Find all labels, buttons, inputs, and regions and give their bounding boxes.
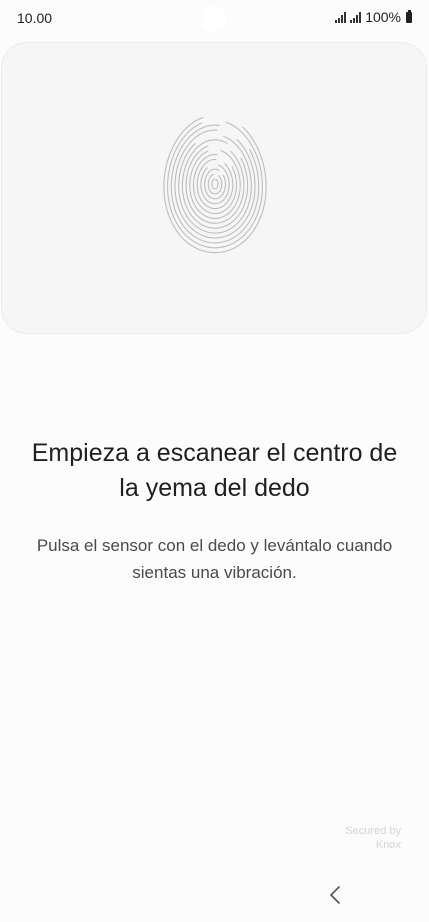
signal-sim1-icon [335, 11, 347, 23]
signal-sim2-icon [350, 11, 362, 23]
knox-line-1: Secured by [345, 825, 401, 837]
back-chevron-icon[interactable] [322, 882, 348, 908]
battery-percentage: 100% [365, 9, 401, 25]
fingerprint-ridge [170, 124, 260, 244]
page-title: Empieza a escanear el centro de la yema … [31, 439, 398, 502]
battery-icon [406, 9, 412, 23]
status-icons: 100% [335, 9, 412, 25]
fingerprint-ridge [192, 153, 238, 215]
status-time: 10.00 [17, 10, 53, 26]
fingerprint-ridge [185, 145, 245, 224]
fingerprint-ridge [167, 121, 263, 249]
fingerprint-ridge [196, 158, 234, 210]
navigation-bar [0, 872, 429, 922]
fingerprint-ridge [174, 129, 256, 239]
fingerprint-ridge [211, 178, 219, 190]
knox-line-2: Knox [375, 839, 401, 851]
status-bar: 10.00 100% [0, 0, 429, 36]
camera-cutout [201, 6, 227, 32]
secured-by-knox-label: Secured by Knox [345, 824, 401, 852]
instruction-text: Pulsa el sensor con el dedo y levántalo … [36, 536, 393, 582]
fingerprint-ridge [207, 173, 223, 195]
fingerprint-icon [163, 116, 267, 254]
fingerprint-ridge [181, 139, 249, 229]
